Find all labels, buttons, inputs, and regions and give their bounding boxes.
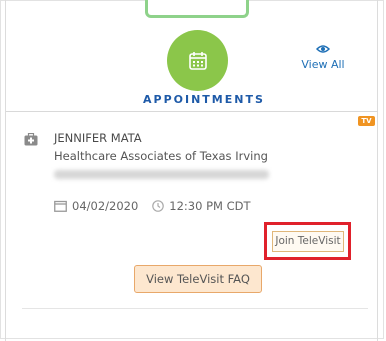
appointment-date: 04/02/2020 (72, 199, 139, 213)
provider-name: JENNIFER MATA (54, 131, 142, 145)
view-all-label[interactable]: View All (301, 58, 344, 71)
join-televisit-button[interactable]: Join TeleVisit (272, 231, 344, 252)
calendar-icon (188, 51, 207, 70)
blurred-address (54, 170, 269, 179)
eye-icon (316, 45, 330, 53)
medical-bag-icon (24, 133, 38, 146)
view-televisit-faq-button[interactable]: View TeleVisit FAQ (134, 265, 262, 293)
section-title: APPOINTMENTS (143, 93, 265, 106)
televisit-badge: TV (358, 116, 375, 126)
appointment-time: 12:30 PM CDT (169, 199, 251, 213)
divider (6, 111, 378, 112)
practice-name: Healthcare Associates of Texas Irving (54, 149, 268, 163)
calendar-small-icon (54, 200, 67, 212)
appointment-datetime: 04/02/2020 12:30 PM CDT (54, 199, 251, 213)
clock-icon (152, 200, 165, 212)
top-tab-indicator (145, 0, 249, 18)
divider-bottom (22, 308, 368, 309)
appointments-calendar-badge (167, 30, 228, 91)
view-all-link[interactable]: View All (296, 44, 350, 71)
